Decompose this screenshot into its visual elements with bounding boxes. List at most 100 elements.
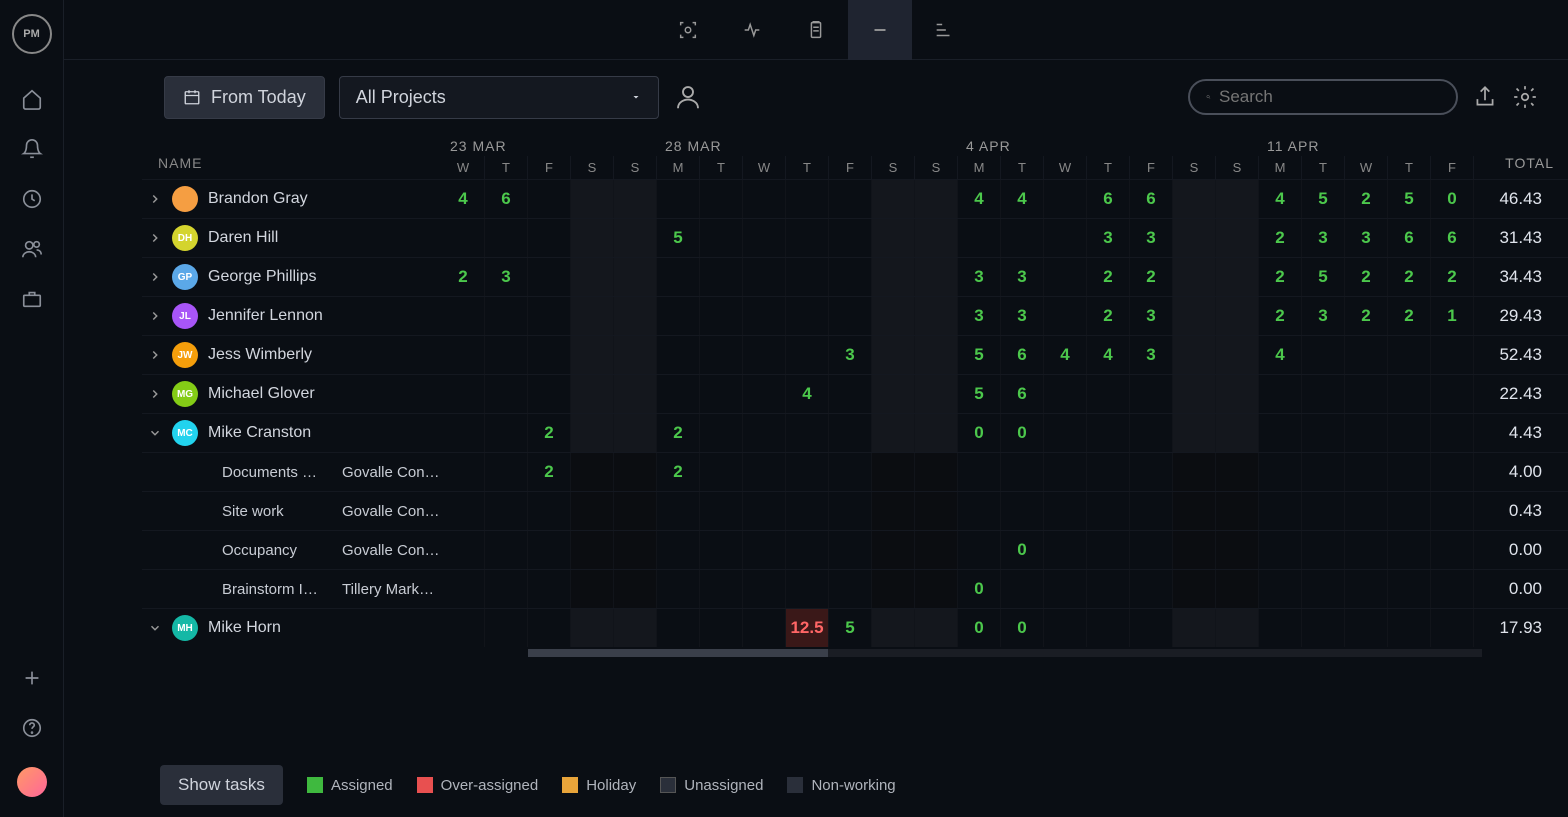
gear-icon[interactable] xyxy=(1512,84,1538,110)
workload-cell[interactable] xyxy=(1216,453,1259,491)
workload-cell[interactable] xyxy=(485,219,528,257)
workload-cell[interactable] xyxy=(657,258,700,296)
workload-cell[interactable] xyxy=(872,297,915,335)
workload-cell[interactable] xyxy=(829,492,872,530)
workload-cell[interactable] xyxy=(1431,492,1474,530)
workload-cell[interactable] xyxy=(485,375,528,413)
home-icon[interactable] xyxy=(21,88,43,110)
workload-cell[interactable] xyxy=(1302,492,1345,530)
workload-cell[interactable] xyxy=(829,531,872,569)
workload-cell[interactable] xyxy=(786,219,829,257)
workload-cell[interactable]: 2 xyxy=(1345,297,1388,335)
workload-cell[interactable] xyxy=(1388,453,1431,491)
workload-cell[interactable] xyxy=(571,258,614,296)
workload-cell[interactable] xyxy=(872,531,915,569)
workload-cell[interactable] xyxy=(1044,453,1087,491)
workload-cell[interactable] xyxy=(442,453,485,491)
workload-cell[interactable]: 2 xyxy=(1087,258,1130,296)
workload-cell[interactable] xyxy=(571,531,614,569)
workload-cell[interactable]: 0 xyxy=(958,570,1001,608)
workload-cell[interactable] xyxy=(1302,570,1345,608)
workload-cell[interactable] xyxy=(657,492,700,530)
workload-cell[interactable] xyxy=(1173,180,1216,218)
workload-cell[interactable] xyxy=(1173,258,1216,296)
workload-cell[interactable] xyxy=(614,258,657,296)
workload-cell[interactable] xyxy=(528,219,571,257)
workload-cell[interactable] xyxy=(614,570,657,608)
workload-cell[interactable]: 4 xyxy=(1001,180,1044,218)
user-filter-icon[interactable] xyxy=(673,82,703,112)
workload-cell[interactable] xyxy=(657,570,700,608)
workload-cell[interactable] xyxy=(485,336,528,374)
workload-cell[interactable] xyxy=(1130,609,1173,647)
workload-cell[interactable] xyxy=(1130,375,1173,413)
workload-cell[interactable] xyxy=(657,297,700,335)
workload-cell[interactable]: 2 xyxy=(442,258,485,296)
workload-cell[interactable] xyxy=(872,219,915,257)
workload-cell[interactable] xyxy=(571,180,614,218)
workload-cell[interactable] xyxy=(1345,453,1388,491)
workload-cell[interactable]: 2 xyxy=(1388,297,1431,335)
workload-cell[interactable] xyxy=(657,180,700,218)
workload-cell[interactable] xyxy=(1388,414,1431,452)
workload-cell[interactable] xyxy=(571,375,614,413)
chevron-down-icon[interactable] xyxy=(148,426,162,440)
workload-cell[interactable]: 4 xyxy=(958,180,1001,218)
workload-cell[interactable] xyxy=(1130,453,1173,491)
workload-cell[interactable]: 2 xyxy=(528,453,571,491)
workload-cell[interactable]: 3 xyxy=(485,258,528,296)
workload-cell[interactable]: 3 xyxy=(958,297,1001,335)
workload-cell[interactable] xyxy=(872,453,915,491)
workload-cell[interactable] xyxy=(700,258,743,296)
workload-cell[interactable] xyxy=(442,336,485,374)
workload-cell[interactable] xyxy=(1044,531,1087,569)
workload-cell[interactable] xyxy=(1259,414,1302,452)
workload-cell[interactable] xyxy=(528,258,571,296)
workload-cell[interactable] xyxy=(1001,219,1044,257)
help-icon[interactable] xyxy=(21,717,43,739)
workload-cell[interactable]: 4 xyxy=(1259,336,1302,374)
workload-cell[interactable] xyxy=(743,492,786,530)
workload-cell[interactable] xyxy=(872,375,915,413)
workload-cell[interactable]: 3 xyxy=(1001,258,1044,296)
workload-cell[interactable] xyxy=(1259,609,1302,647)
workload-cell[interactable] xyxy=(1087,414,1130,452)
workload-cell[interactable] xyxy=(614,531,657,569)
workload-cell[interactable] xyxy=(614,297,657,335)
workload-cell[interactable] xyxy=(1302,414,1345,452)
workload-cell[interactable] xyxy=(1259,375,1302,413)
workload-cell[interactable] xyxy=(1388,375,1431,413)
workload-cell[interactable] xyxy=(1216,219,1259,257)
workload-cell[interactable]: 0 xyxy=(1001,414,1044,452)
show-tasks-button[interactable]: Show tasks xyxy=(160,765,283,805)
workload-cell[interactable] xyxy=(571,414,614,452)
workload-cell[interactable] xyxy=(1001,570,1044,608)
workload-cell[interactable] xyxy=(872,492,915,530)
workload-cell[interactable] xyxy=(571,492,614,530)
workload-cell[interactable] xyxy=(829,453,872,491)
workload-cell[interactable] xyxy=(1044,375,1087,413)
workload-cell[interactable] xyxy=(442,570,485,608)
workload-cell[interactable] xyxy=(1431,570,1474,608)
workload-cell[interactable] xyxy=(1087,492,1130,530)
workload-cell[interactable] xyxy=(485,570,528,608)
share-icon[interactable] xyxy=(1472,84,1498,110)
workload-cell[interactable] xyxy=(1431,375,1474,413)
workload-cell[interactable]: 3 xyxy=(829,336,872,374)
workload-cell[interactable] xyxy=(915,492,958,530)
workload-cell[interactable] xyxy=(915,219,958,257)
workload-cell[interactable] xyxy=(1345,492,1388,530)
workload-cell[interactable] xyxy=(528,297,571,335)
plus-icon[interactable] xyxy=(21,667,43,689)
workload-cell[interactable] xyxy=(1388,570,1431,608)
workload-cell[interactable] xyxy=(1216,570,1259,608)
workload-cell[interactable] xyxy=(571,219,614,257)
workload-cell[interactable] xyxy=(1388,492,1431,530)
workload-cell[interactable] xyxy=(872,258,915,296)
workload-cell[interactable] xyxy=(485,531,528,569)
workload-cell[interactable]: 3 xyxy=(1087,219,1130,257)
workload-cell[interactable] xyxy=(442,492,485,530)
workload-cell[interactable] xyxy=(700,375,743,413)
workload-cell[interactable] xyxy=(915,609,958,647)
workload-cell[interactable] xyxy=(1302,375,1345,413)
